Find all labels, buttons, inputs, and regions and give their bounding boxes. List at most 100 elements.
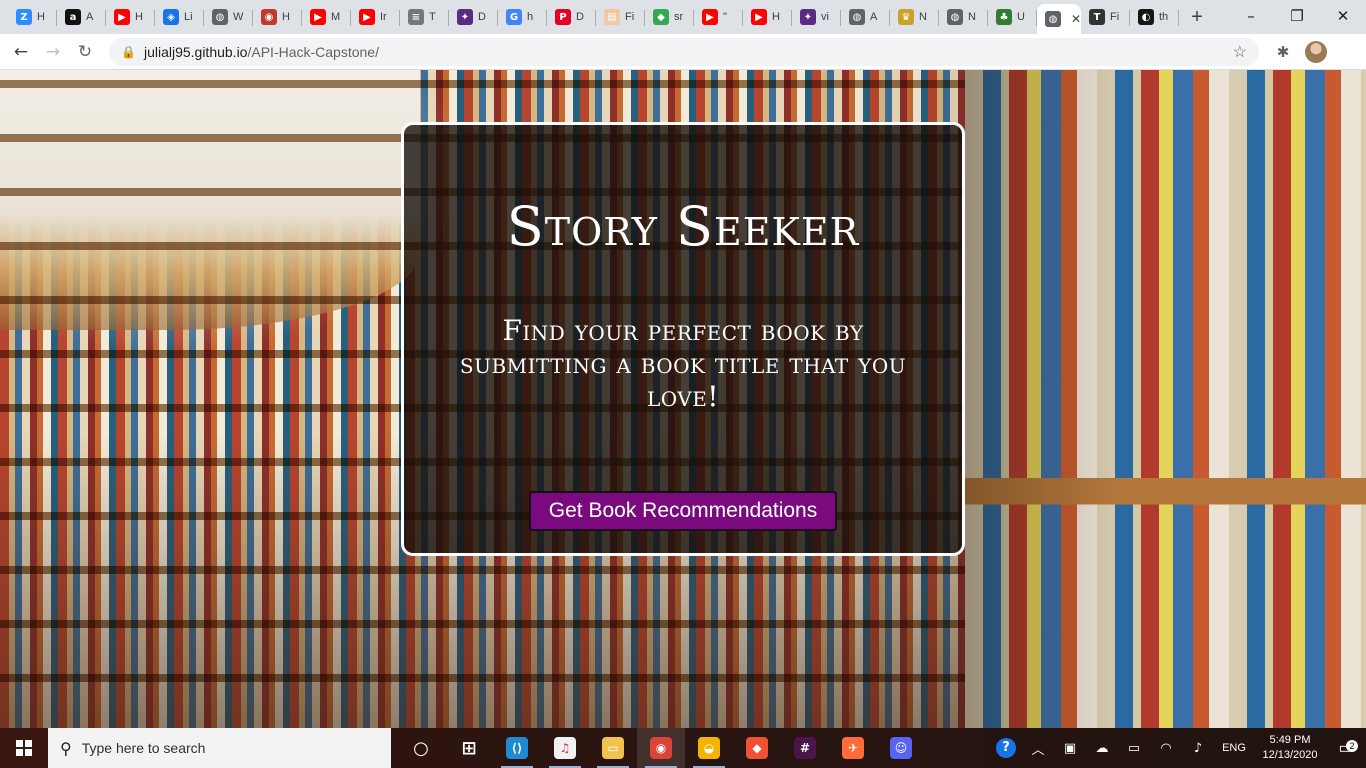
browser-tab[interactable]: ▶ H xyxy=(743,3,792,31)
youtube-icon: ▶ xyxy=(310,9,326,25)
hero-card: Story Seeker Find your perfect book by s… xyxy=(401,122,965,556)
google-icon: G xyxy=(506,9,522,25)
task-switcher-icon: ⊞ xyxy=(461,737,477,759)
taskbar-itunes-button[interactable]: ♫ xyxy=(541,728,589,768)
taskbar-file-explorer-button[interactable]: ▭ xyxy=(589,728,637,768)
close-window-icon[interactable]: ✕ xyxy=(1320,0,1366,32)
language-indicator[interactable]: ENG xyxy=(1214,742,1254,754)
taskbar-photos-button[interactable]: ◒ xyxy=(685,728,733,768)
youtube-icon: ▶ xyxy=(702,9,718,25)
notification-center-button[interactable]: ▭ 2 xyxy=(1326,738,1366,758)
profile-avatar[interactable] xyxy=(1305,40,1327,63)
browser-toolbar: ← → ↻ 🔒 julialj95.github.io/API-Hack-Cap… xyxy=(0,34,1366,70)
address-bar[interactable]: 🔒 julialj95.github.io/API-Hack-Capstone/… xyxy=(109,37,1259,66)
browser-tab[interactable]: ♣ U xyxy=(988,3,1037,31)
browser-tab[interactable]: ◍ W xyxy=(204,3,253,31)
browser-tab[interactable]: ♛ N xyxy=(890,3,939,31)
help-icon[interactable]: ? xyxy=(990,738,1022,758)
tab-title: Li xyxy=(184,11,193,23)
tab-title: Ir xyxy=(380,11,387,23)
globe-icon: ◍ xyxy=(947,9,963,25)
taskbar-git-button[interactable]: ◆ xyxy=(733,728,781,768)
browser-tab[interactable]: ◆ sr xyxy=(645,3,694,31)
taskbar-chrome-button[interactable]: ◉ xyxy=(637,728,685,768)
tab-close-icon[interactable]: ✕ xyxy=(1071,12,1081,26)
taskbar-vscode-button[interactable]: ⟨⟩ xyxy=(493,728,541,768)
tab-title: H xyxy=(135,11,143,23)
browser-tab[interactable]: ◍ A xyxy=(841,3,890,31)
browser-tab[interactable]: ▶ M xyxy=(302,3,351,31)
tab-title: M xyxy=(331,11,341,23)
task-view-icon: ○ xyxy=(413,737,429,759)
vscode-icon: ⟨⟩ xyxy=(506,737,528,759)
maximize-icon[interactable]: ❐ xyxy=(1274,0,1320,32)
browser-tab[interactable]: ◐ th xyxy=(1130,3,1179,31)
photos-icon: ◒ xyxy=(698,737,720,759)
search-placeholder: Type here to search xyxy=(81,740,206,756)
browser-tab[interactable]: aA xyxy=(57,3,106,31)
globe-icon: ◍ xyxy=(849,9,865,25)
browser-tab[interactable]: ◉ H xyxy=(253,3,302,31)
tab-title: A xyxy=(870,11,878,23)
tree-icon: ♣ xyxy=(996,9,1012,25)
browser-tab[interactable]: ▶ H xyxy=(106,3,155,31)
browser-tab[interactable]: ZH xyxy=(8,3,57,31)
browser-tab[interactable]: ▶ Ir xyxy=(351,3,400,31)
browser-tab[interactable]: ◈ Li xyxy=(155,3,204,31)
browser-tab[interactable]: ✦ D xyxy=(449,3,498,31)
file-explorer-icon: ▭ xyxy=(602,737,624,759)
tab-title: Fi xyxy=(625,11,635,23)
new-tab-button[interactable]: + xyxy=(1183,3,1211,31)
browser-tab[interactable]: T Fi xyxy=(1081,3,1130,31)
back-button[interactable]: ← xyxy=(5,36,37,68)
url-text: julialj95.github.io/API-Hack-Capstone/ xyxy=(144,44,379,60)
browser-tab[interactable]: ◍ ✕ xyxy=(1037,4,1081,34)
tab-title: H xyxy=(772,11,780,23)
taskbar-slack-button[interactable]: # xyxy=(781,728,829,768)
forward-button[interactable]: → xyxy=(37,36,69,68)
bookshelf-image xyxy=(965,70,1366,728)
tab-title: h xyxy=(527,11,534,23)
git-icon: ◆ xyxy=(746,737,768,759)
reload-button[interactable]: ↻ xyxy=(69,36,101,68)
tab-list: Z Ha A ▶ H ◈ Li ◍ W ◉ H ▶ M ▶ Ir ≡ T ✦ D Gh P D ▤ Fi ◆ sr ▶ " ▶ H ✦ vi ◍… xyxy=(0,0,1211,34)
taskbar-discord-button[interactable]: ☺ xyxy=(877,728,925,768)
clock[interactable]: 5:49 PM 12/13/2020 xyxy=(1254,733,1326,763)
start-button[interactable] xyxy=(0,728,48,768)
doc-icon: ▤ xyxy=(604,9,620,25)
browser-tab[interactable]: ▶ " xyxy=(694,3,743,31)
url-host: julialj95.github.io xyxy=(143,43,248,60)
onedrive-icon[interactable]: ☁ xyxy=(1086,741,1118,756)
browser-tab[interactable]: ▤ Fi xyxy=(596,3,645,31)
browser-tab[interactable]: Gh xyxy=(498,3,547,31)
wifi-icon[interactable]: ◠ xyxy=(1150,741,1182,756)
taskbar-postman-button[interactable]: ✈ xyxy=(829,728,877,768)
get-recommendations-button[interactable]: Get Book Recommendations xyxy=(528,491,838,531)
browser-tab[interactable]: PD xyxy=(547,3,596,31)
browser-tab[interactable]: ◍ N xyxy=(939,3,988,31)
browser-tab[interactable]: ✦ vi xyxy=(792,3,841,31)
minimize-icon[interactable]: – xyxy=(1228,0,1274,32)
battery-icon[interactable]: ▭ xyxy=(1118,741,1150,756)
volume-icon[interactable]: ♪ xyxy=(1182,741,1214,756)
globe-icon: ◍ xyxy=(212,9,228,25)
slack-icon: # xyxy=(794,737,816,759)
taskbar-task-switcher-button[interactable]: ⊞ xyxy=(445,728,493,768)
youtube-icon: ▶ xyxy=(751,9,767,25)
bookmark-star-icon[interactable]: ☆ xyxy=(1233,42,1247,62)
type-icon: T xyxy=(1089,9,1105,25)
github-icon: ◐ xyxy=(1138,9,1154,25)
chevron-up-icon[interactable]: ︿ xyxy=(1022,739,1054,758)
tab-title: W xyxy=(233,11,244,23)
pinterest-icon: P xyxy=(555,9,571,25)
extensions-puzzle-icon[interactable]: ✱ xyxy=(1267,36,1299,68)
system-tray: ? ︿ ▣ ☁ ▭ ◠ ♪ ENG 5:49 PM 12/13/2020 ▭ 2 xyxy=(990,728,1366,768)
taskbar-search[interactable]: ⚲ Type here to search xyxy=(48,728,391,768)
browser-tab[interactable]: ≡ T xyxy=(400,3,449,31)
maps-icon: ◆ xyxy=(653,9,669,25)
usb-icon[interactable]: ▣ xyxy=(1054,741,1086,756)
tab-title: N xyxy=(919,11,927,23)
clock-date: 12/13/2020 xyxy=(1262,749,1318,761)
taskbar-task-view-button[interactable]: ○ xyxy=(397,728,445,768)
map-pin-icon: ◈ xyxy=(163,9,179,25)
